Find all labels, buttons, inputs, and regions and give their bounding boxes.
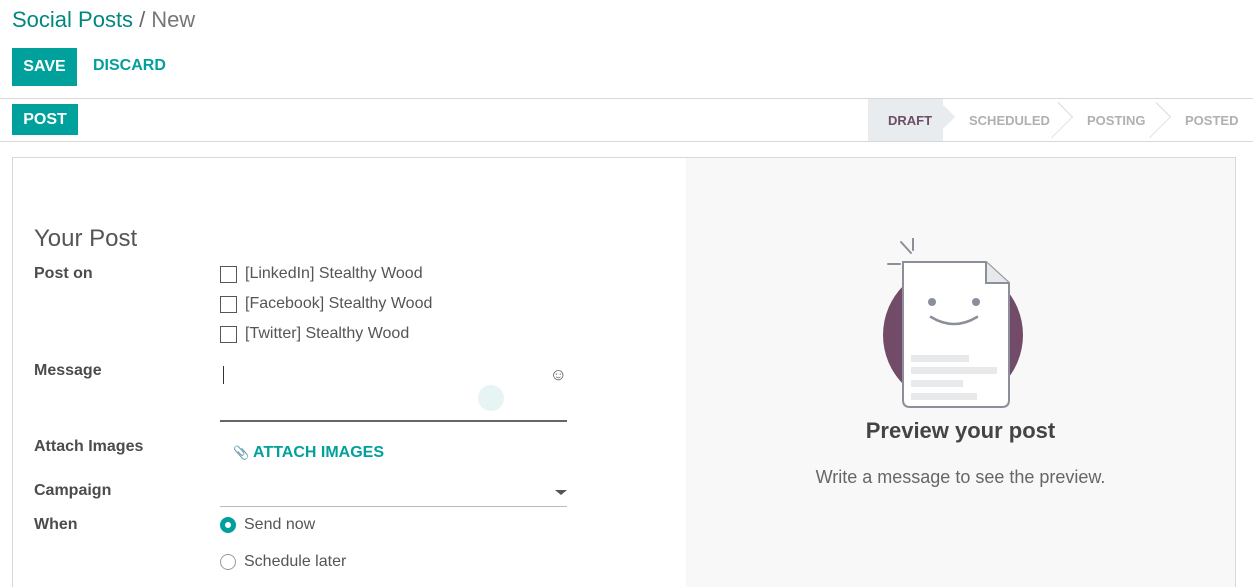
stage-posting-label: POSTING (1087, 112, 1146, 128)
attach-images-button-label: ATTACH IMAGES (253, 444, 384, 461)
account-checkbox-twitter[interactable]: [Twitter] Stealthy Wood (220, 325, 409, 343)
form-statusbar: POST DRAFT SCHEDULED POSTING POSTED (0, 99, 1253, 142)
stage-draft-label: DRAFT (888, 112, 933, 128)
radio-label: Schedule later (244, 553, 347, 570)
attach-images-label: Attach Images (34, 438, 144, 455)
discard-button[interactable]: DISCARD (93, 57, 166, 75)
stage-scheduled-label: SCHEDULED (969, 112, 1050, 128)
save-button[interactable]: SAVE (12, 48, 77, 86)
post-button[interactable]: POST (12, 104, 78, 135)
stage-pipeline: DRAFT SCHEDULED POSTING POSTED (868, 99, 1253, 141)
smiling-document-illustration (883, 238, 1023, 408)
account-label: [Facebook] Stealthy Wood (245, 295, 433, 312)
breadcrumb-current: New (151, 7, 196, 32)
message-label: Message (34, 362, 102, 379)
stage-posted[interactable]: POSTED (1159, 99, 1253, 141)
preview-subtitle: Write a message to see the preview. (815, 467, 1106, 487)
stage-draft[interactable]: DRAFT (868, 99, 956, 141)
focus-ripple (478, 385, 504, 411)
control-panel: Social Posts / New SAVE DISCARD (0, 0, 1253, 99)
form-sheet: Your Post Post on [LinkedIn] Stealthy Wo… (12, 157, 1236, 587)
paperclip-icon: 📎 (233, 445, 250, 460)
attach-images-button[interactable]: 📎 ATTACH IMAGES (233, 444, 384, 462)
radio-schedule-later[interactable]: Schedule later (220, 553, 346, 571)
account-checkbox-linkedin[interactable]: [LinkedIn] Stealthy Wood (220, 265, 423, 283)
campaign-select[interactable] (220, 480, 567, 507)
account-label: [LinkedIn] Stealthy Wood (245, 265, 423, 282)
stage-scheduled[interactable]: SCHEDULED (943, 99, 1074, 141)
breadcrumb-parent-link[interactable]: Social Posts (12, 7, 133, 32)
checkbox[interactable] (220, 325, 237, 343)
post-preview-pane: Preview your post Write a message to see… (686, 158, 1235, 587)
breadcrumb-separator: / (139, 7, 146, 32)
post-on-label: Post on (34, 265, 93, 282)
message-input[interactable]: ☺ (220, 358, 567, 422)
chevron-down-icon[interactable] (555, 490, 567, 495)
account-checkbox-facebook[interactable]: [Facebook] Stealthy Wood (220, 295, 432, 313)
emoji-icon[interactable]: ☺ (550, 365, 567, 385)
radio-send-now[interactable]: Send now (220, 516, 315, 534)
section-title: Your Post (34, 225, 138, 252)
account-label: [Twitter] Stealthy Wood (245, 325, 410, 342)
text-cursor (223, 366, 224, 384)
checkbox[interactable] (220, 295, 237, 313)
checkbox[interactable] (220, 265, 237, 283)
radio-button[interactable] (220, 517, 236, 533)
stage-posted-label: POSTED (1185, 112, 1239, 128)
breadcrumb: Social Posts / New (12, 7, 195, 33)
radio-button[interactable] (220, 554, 236, 570)
stage-posting[interactable]: POSTING (1061, 99, 1172, 141)
when-label: When (34, 516, 78, 533)
campaign-label: Campaign (34, 482, 112, 499)
preview-title: Preview your post (865, 418, 1056, 443)
radio-label: Send now (244, 516, 316, 533)
